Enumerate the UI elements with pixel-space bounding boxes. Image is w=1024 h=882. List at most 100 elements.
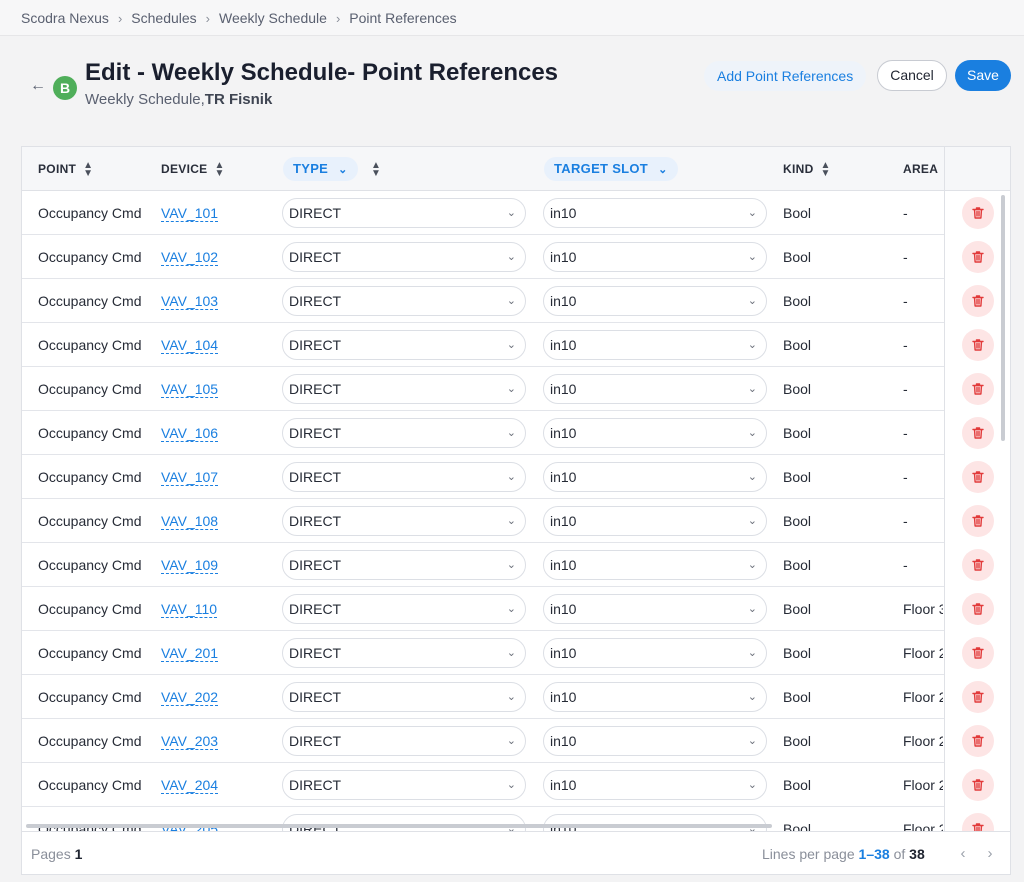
type-select[interactable]: DIRECT⌄ xyxy=(282,594,526,624)
column-header-kind[interactable]: KIND ▲ ▼ xyxy=(783,147,831,191)
add-point-references-button[interactable]: Add Point References xyxy=(704,61,867,91)
column-header-point[interactable]: POINT ▲ ▼ xyxy=(38,147,93,191)
type-select[interactable]: DIRECT⌄ xyxy=(282,374,526,404)
type-select[interactable]: DIRECT⌄ xyxy=(282,242,526,272)
sort-icon[interactable]: ▲ ▼ xyxy=(821,160,831,178)
target-slot-select[interactable]: in10⌄ xyxy=(543,506,767,536)
target-slot-select[interactable]: in10⌄ xyxy=(543,242,767,272)
device-link-text[interactable]: VAV_109 xyxy=(161,557,219,574)
column-header-area[interactable]: AREA xyxy=(903,147,938,191)
type-select[interactable]: DIRECT⌄ xyxy=(282,770,526,800)
type-select[interactable]: DIRECT⌄ xyxy=(282,330,526,360)
type-select[interactable]: DIRECT⌄ xyxy=(282,286,526,316)
delete-row-button[interactable] xyxy=(962,197,994,229)
target-slot-select[interactable]: in10⌄ xyxy=(543,418,767,448)
device-link-text[interactable]: VAV_204 xyxy=(161,777,219,794)
chevron-right-icon[interactable]: › xyxy=(982,844,998,864)
device-link-text[interactable]: VAV_105 xyxy=(161,381,219,398)
type-select[interactable]: DIRECT⌄ xyxy=(282,550,526,580)
device-link-text[interactable]: VAV_104 xyxy=(161,337,219,354)
delete-row-button[interactable] xyxy=(962,681,994,713)
column-header-type[interactable]: TYPE ⌄ xyxy=(283,157,358,181)
delete-row-button[interactable] xyxy=(962,417,994,449)
arrow-left-icon[interactable]: ← xyxy=(30,78,46,94)
target-slot-select[interactable]: in10⌄ xyxy=(543,726,767,756)
device-link-text[interactable]: VAV_107 xyxy=(161,469,219,486)
device-link[interactable]: VAV_201 xyxy=(161,631,276,675)
type-select[interactable]: DIRECT⌄ xyxy=(282,814,526,831)
target-slot-select[interactable]: in10⌄ xyxy=(543,638,767,668)
chevron-down-icon[interactable]: ⌄ xyxy=(338,164,348,176)
delete-row-button[interactable] xyxy=(962,373,994,405)
type-select[interactable]: DIRECT⌄ xyxy=(282,418,526,448)
target-slot-select[interactable]: in10⌄ xyxy=(543,550,767,580)
delete-row-button[interactable] xyxy=(962,769,994,801)
delete-row-button[interactable] xyxy=(962,329,994,361)
device-link[interactable]: VAV_106 xyxy=(161,411,276,455)
delete-row-button[interactable] xyxy=(962,505,994,537)
device-link[interactable]: VAV_204 xyxy=(161,763,276,807)
device-link-text[interactable]: VAV_110 xyxy=(161,601,218,618)
chevron-left-icon[interactable]: ‹ xyxy=(955,844,971,864)
device-link[interactable]: VAV_103 xyxy=(161,279,276,323)
device-link[interactable]: VAV_110 xyxy=(161,587,276,631)
device-link[interactable]: VAV_101 xyxy=(161,191,276,235)
save-button[interactable]: Save xyxy=(955,60,1011,91)
device-link-text[interactable]: VAV_103 xyxy=(161,293,219,310)
device-link[interactable]: VAV_107 xyxy=(161,455,276,499)
target-slot-select[interactable]: in10⌄ xyxy=(543,286,767,316)
column-header-target-slot[interactable]: TARGET SLOT ⌄ xyxy=(544,157,678,181)
device-link-text[interactable]: VAV_203 xyxy=(161,733,219,750)
device-link[interactable]: VAV_203 xyxy=(161,719,276,763)
sort-icon[interactable]: ▲ ▼ xyxy=(214,160,224,178)
type-sort[interactable]: ▲ ▼ xyxy=(364,147,381,191)
type-select[interactable]: DIRECT⌄ xyxy=(282,682,526,712)
type-select[interactable]: DIRECT⌄ xyxy=(282,198,526,228)
device-link[interactable]: VAV_102 xyxy=(161,235,276,279)
target-slot-select[interactable]: in10⌄ xyxy=(543,374,767,404)
type-select[interactable]: DIRECT⌄ xyxy=(282,462,526,492)
device-link-text[interactable]: VAV_202 xyxy=(161,689,219,706)
horizontal-scrollbar[interactable] xyxy=(26,824,772,828)
breadcrumb-item-weekly-schedule[interactable]: Weekly Schedule xyxy=(219,10,327,26)
device-link-text[interactable]: VAV_106 xyxy=(161,425,219,442)
type-select[interactable]: DIRECT⌄ xyxy=(282,638,526,668)
breadcrumb-item-root[interactable]: Scodra Nexus xyxy=(21,10,109,26)
type-select[interactable]: DIRECT⌄ xyxy=(282,726,526,756)
target-slot-select[interactable]: in10⌄ xyxy=(543,330,767,360)
point-cell: Occupancy Cmd xyxy=(38,777,142,793)
target-slot-select[interactable]: in10⌄ xyxy=(543,770,767,800)
target-slot-select[interactable]: in10⌄ xyxy=(543,594,767,624)
device-link-text[interactable]: VAV_102 xyxy=(161,249,219,266)
device-link[interactable]: VAV_105 xyxy=(161,367,276,411)
lpp-range[interactable]: 1–38 xyxy=(859,846,890,862)
delete-row-button[interactable] xyxy=(962,637,994,669)
column-header-device[interactable]: DEVICE ▲ ▼ xyxy=(161,147,225,191)
delete-row-button[interactable] xyxy=(962,813,994,831)
device-link[interactable]: VAV_109 xyxy=(161,543,276,587)
delete-row-button[interactable] xyxy=(962,725,994,757)
target-slot-select[interactable]: in10⌄ xyxy=(543,198,767,228)
device-link[interactable]: VAV_202 xyxy=(161,675,276,719)
target-slot-select[interactable]: in10⌄ xyxy=(543,682,767,712)
device-link[interactable]: VAV_108 xyxy=(161,499,276,543)
delete-row-button[interactable] xyxy=(962,241,994,273)
target-slot-select[interactable]: in10⌄ xyxy=(543,814,767,831)
target-slot-value: in10 xyxy=(550,557,577,573)
device-link-text[interactable]: VAV_108 xyxy=(161,513,219,530)
sort-icon[interactable]: ▲ ▼ xyxy=(371,160,381,178)
delete-row-button[interactable] xyxy=(962,285,994,317)
type-select[interactable]: DIRECT⌄ xyxy=(282,506,526,536)
sort-icon[interactable]: ▲ ▼ xyxy=(83,160,93,178)
breadcrumb-item-schedules[interactable]: Schedules xyxy=(131,10,196,26)
delete-row-button[interactable] xyxy=(962,549,994,581)
delete-row-button[interactable] xyxy=(962,461,994,493)
device-link[interactable]: VAV_104 xyxy=(161,323,276,367)
vertical-scrollbar[interactable] xyxy=(1001,195,1005,441)
target-slot-select[interactable]: in10⌄ xyxy=(543,462,767,492)
chevron-down-icon[interactable]: ⌄ xyxy=(658,164,668,176)
device-link-text[interactable]: VAV_101 xyxy=(161,205,219,222)
device-link-text[interactable]: VAV_201 xyxy=(161,645,219,662)
cancel-button[interactable]: Cancel xyxy=(877,60,947,91)
delete-row-button[interactable] xyxy=(962,593,994,625)
